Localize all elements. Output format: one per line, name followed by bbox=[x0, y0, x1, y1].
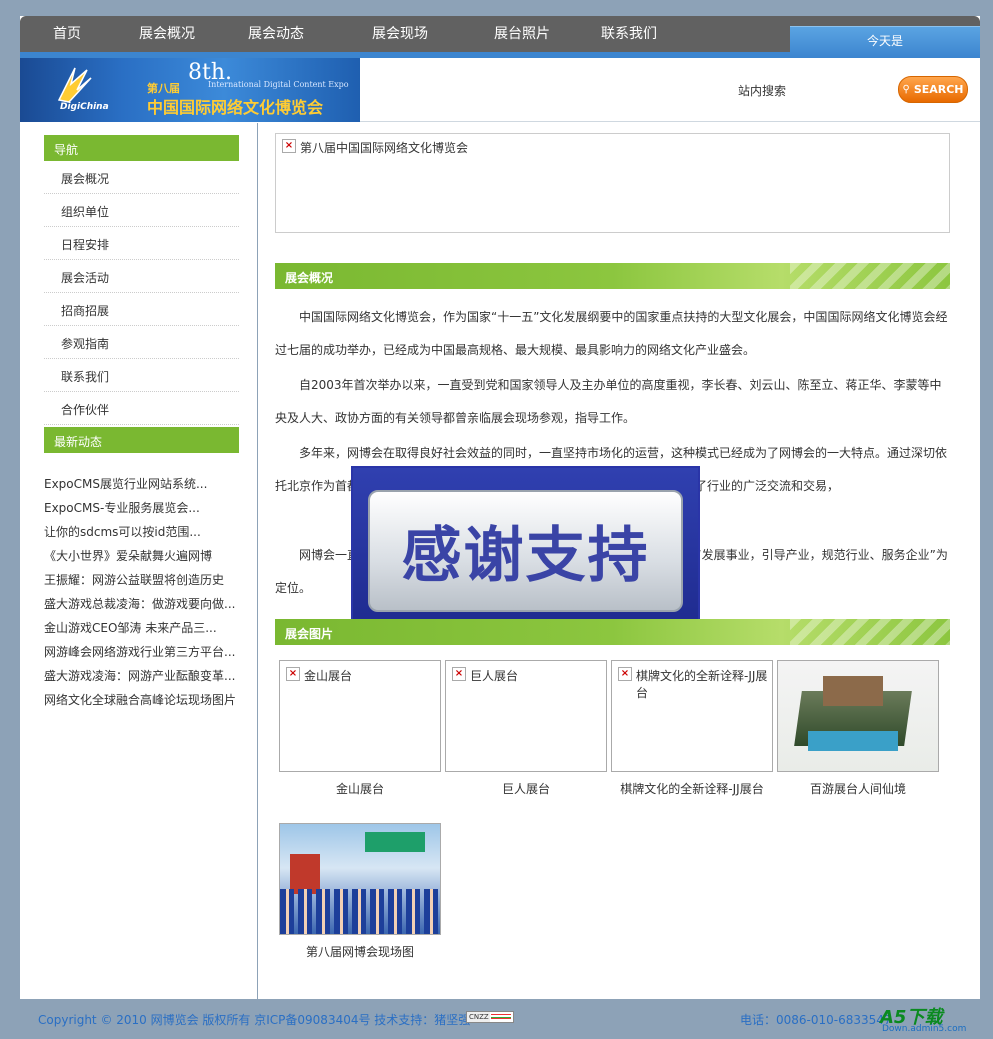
footer: Copyright © 2010 网博览会 版权所有 京ICP备09083404… bbox=[20, 999, 980, 1039]
sidebar-item-partners[interactable]: 合作伙伴 bbox=[44, 392, 239, 425]
header-stripes bbox=[790, 263, 950, 289]
search-button[interactable]: ⚲ SEARCH bbox=[898, 76, 968, 103]
section-title: 展会图片 bbox=[285, 627, 334, 641]
digichina-logo-icon bbox=[57, 67, 92, 103]
today-date: 今天是 bbox=[790, 26, 980, 58]
nav-home[interactable]: 首页 bbox=[53, 23, 81, 43]
overview-paragraph: 中国国际网络文化博览会，作为国家“十一五”文化发展纲要中的国家重点扶持的大型文化… bbox=[275, 310, 948, 357]
broken-image-icon: × bbox=[286, 667, 300, 681]
sidebar-item-contact[interactable]: 联系我们 bbox=[44, 359, 239, 392]
cnzz-stat-badge[interactable]: CNZZ bbox=[466, 1011, 514, 1023]
gallery-image[interactable]: × 金山展台 bbox=[279, 660, 441, 772]
gallery-caption[interactable]: 金山展台 bbox=[279, 780, 441, 797]
sidebar-item-organizers[interactable]: 组织单位 bbox=[44, 194, 239, 227]
expo-scene-photo bbox=[280, 824, 440, 934]
scene-shape bbox=[280, 889, 440, 934]
search-icon: ⚲ bbox=[902, 84, 910, 95]
nav-booth-photos[interactable]: 展台照片 bbox=[494, 23, 550, 43]
watermark-url: Down.admin5.com bbox=[882, 1024, 967, 1034]
overview-paragraph: 自2003年首次举办以来，一直受到党和国家领导人及主办单位的高度重视，李长春、刘… bbox=[275, 378, 942, 425]
gallery-caption[interactable]: 百游展台人间仙境 bbox=[777, 780, 939, 797]
banner-brand: DigiChina bbox=[60, 102, 109, 112]
broken-image: × 棋牌文化的全新诠释-JJ展台 bbox=[618, 667, 768, 701]
broken-image-alt: 第八届中国国际网络文化博览会 bbox=[300, 141, 469, 155]
news-item[interactable]: 盛大游戏总裁凌海：做游戏要向做... bbox=[44, 595, 244, 612]
sidebar: 导航 展会概况 组织单位 日程安排 展会活动 招商招展 参观指南 联系我们 合作… bbox=[20, 123, 258, 999]
section-header-overview: 展会概况 bbox=[275, 263, 950, 289]
booth-photo bbox=[778, 661, 938, 771]
gallery-item[interactable]: × 金山展台 金山展台 bbox=[279, 660, 441, 797]
gallery-caption[interactable]: 棋牌文化的全新诠释-JJ展台 bbox=[611, 780, 773, 797]
broken-image: × 巨人展台 bbox=[452, 667, 602, 684]
news-item[interactable]: ExpoCMS-专业服务展览会... bbox=[44, 499, 244, 516]
news-item[interactable]: 让你的sdcms可以按id范围... bbox=[44, 523, 244, 540]
gallery-image[interactable] bbox=[279, 823, 441, 935]
sidebar-news-title: 最新动态 bbox=[44, 427, 239, 453]
sidebar-item-schedule[interactable]: 日程安排 bbox=[44, 227, 239, 260]
gallery-image[interactable]: × 棋牌文化的全新诠释-JJ展台 bbox=[611, 660, 773, 772]
gallery-caption[interactable]: 第八届网博会现场图 bbox=[279, 943, 441, 960]
gallery-caption[interactable]: 巨人展台 bbox=[445, 780, 607, 797]
nav-onsite[interactable]: 展会现场 bbox=[372, 23, 428, 43]
banner-english: International Digital Content Expo bbox=[208, 80, 349, 89]
cnzz-label: CNZZ bbox=[469, 1013, 489, 1021]
sidebar-nav-title: 导航 bbox=[44, 135, 239, 161]
footer-copyright: Copyright © 2010 网博览会 版权所有 京ICP备09083404… bbox=[38, 1013, 471, 1027]
expo-banner[interactable]: DigiChina 第八届 8th. International Digital… bbox=[20, 58, 360, 122]
broken-image: × 第八届中国国际网络文化博览会 bbox=[282, 139, 468, 156]
broken-image-alt: 棋牌文化的全新诠释-JJ展台 bbox=[636, 669, 768, 700]
sidebar-item-exhibitors[interactable]: 招商招展 bbox=[44, 293, 239, 326]
scene-shape bbox=[365, 832, 425, 852]
broken-image-icon: × bbox=[618, 667, 632, 681]
section-title: 展会概况 bbox=[285, 271, 334, 285]
news-item[interactable]: 网络文化全球融合高峰论坛现场图片 bbox=[44, 691, 244, 708]
news-item[interactable]: 网游峰会网络游戏行业第三方平台... bbox=[44, 643, 244, 660]
gallery-item[interactable]: × 巨人展台 巨人展台 bbox=[445, 660, 607, 797]
nav-contact[interactable]: 联系我们 bbox=[601, 23, 657, 43]
top-banner-image: × 第八届中国国际网络文化博览会 bbox=[275, 133, 950, 233]
sidebar-item-visitor-guide[interactable]: 参观指南 bbox=[44, 326, 239, 359]
news-item[interactable]: 盛大游戏凌海：网游产业酝酿变革... bbox=[44, 667, 244, 684]
broken-image-icon: × bbox=[452, 667, 466, 681]
gallery-item[interactable]: × 棋牌文化的全新诠释-JJ展台 棋牌文化的全新诠释-JJ展台 bbox=[611, 660, 773, 797]
gallery-image[interactable] bbox=[777, 660, 939, 772]
section-header-photos: 展会图片 bbox=[275, 619, 950, 645]
sidebar-item-activities[interactable]: 展会活动 bbox=[44, 260, 239, 293]
news-item[interactable]: 王振耀：网游公益联盟将创造历史 bbox=[44, 571, 244, 588]
nav-news[interactable]: 展会动态 bbox=[248, 23, 304, 43]
broken-image-icon: × bbox=[282, 139, 296, 153]
header: DigiChina 第八届 8th. International Digital… bbox=[20, 58, 980, 122]
broken-image-alt: 金山展台 bbox=[304, 669, 353, 683]
search-label: 站内搜索 bbox=[738, 84, 787, 98]
footer-phone: 电话：0086-010-6833547 bbox=[740, 1013, 892, 1027]
booth-shape bbox=[823, 676, 883, 706]
banner-chinese-title: 中国国际网络文化博览会 bbox=[147, 98, 324, 117]
broken-image-alt: 巨人展台 bbox=[470, 669, 519, 683]
news-item[interactable]: 金山游戏CEO邹涛 未来产品三... bbox=[44, 619, 244, 636]
header-stripes bbox=[790, 619, 950, 645]
booth-shape bbox=[808, 731, 898, 751]
search-button-label: SEARCH bbox=[913, 83, 964, 96]
gallery-item[interactable]: 第八届网博会现场图 bbox=[279, 823, 441, 960]
news-item[interactable]: ExpoCMS展览行业网站系统... bbox=[44, 475, 244, 492]
gallery-image[interactable]: × 巨人展台 bbox=[445, 660, 607, 772]
sidebar-item-overview[interactable]: 展会概况 bbox=[44, 161, 239, 194]
main-content: × 第八届中国国际网络文化博览会 展会概况 中国国际网络文化博览会，作为国家“十… bbox=[275, 123, 980, 999]
news-item[interactable]: 《大小世界》爱朵献舞火遍网博 bbox=[44, 547, 244, 564]
thanks-overlay-text: 感谢支持 bbox=[368, 489, 683, 612]
scene-shape bbox=[290, 854, 320, 894]
nav-overview[interactable]: 展会概况 bbox=[139, 23, 195, 43]
stat-lines-icon bbox=[491, 1014, 511, 1021]
broken-image: × 金山展台 bbox=[286, 667, 436, 684]
page-frame: 首页 展会概况 展会动态 展会现场 展台照片 联系我们 今天是 DigiChin… bbox=[20, 16, 980, 999]
gallery-item[interactable]: 百游展台人间仙境 bbox=[777, 660, 939, 797]
thanks-overlay[interactable]: 感谢支持 bbox=[353, 468, 698, 633]
